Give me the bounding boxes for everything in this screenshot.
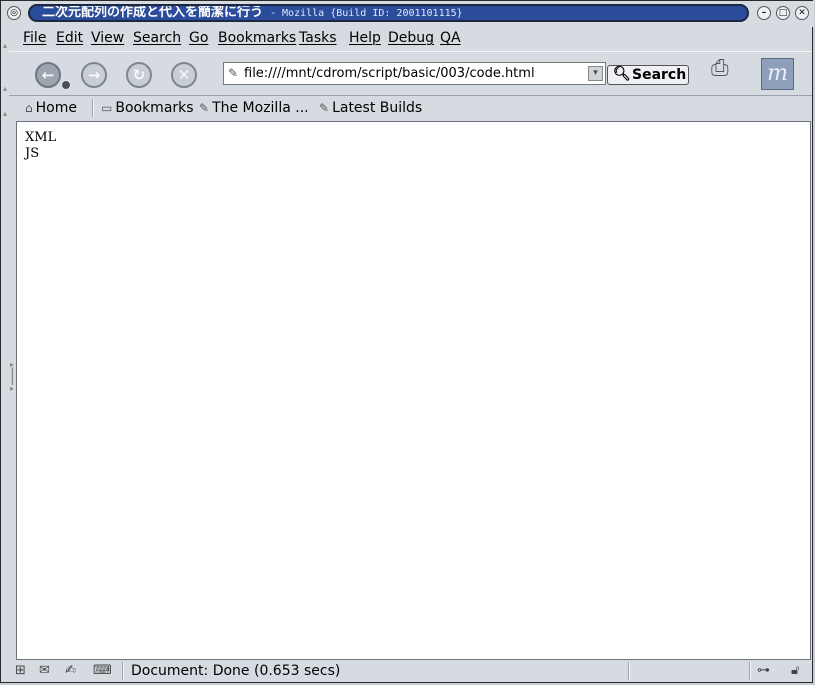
print-icon[interactable]: ⎙ [711,56,729,81]
online-status-icon[interactable]: ⊶ [757,663,770,678]
menu-bar: File Edit View Search Go Bookmarks Tasks… [9,27,812,51]
maximize-icon[interactable]: □ [776,6,790,20]
composer-icon[interactable]: ✍ [65,663,76,678]
personal-toolbar: ⌂ Home ▭ Bookmarks ✎ The Mozilla ... ✎ Lates… [9,96,812,121]
search-button-label: Search [632,67,687,83]
bookmark-the-mozilla[interactable]: ✎ The Mozilla ... [199,100,309,116]
bookmark-icon: ✎ [319,101,330,115]
folder-icon: ▭ [101,101,113,115]
window-title: 二次元配列の作成と代入を簡潔に行う [42,5,264,20]
search-button[interactable]: 🔍︎ Search [607,65,689,85]
sidebar-splitter[interactable]: ▸ ┃ ┃ ▸ [8,121,16,660]
window-subtitle: - Mozilla {Build ID: 2001101115} [270,8,463,19]
status-separator [749,662,751,680]
forward-arrow-icon[interactable]: → [81,62,107,88]
bookmark-latest-builds-label: Latest Builds [332,100,423,116]
navigation-toolbar: ← → ↻ ✕ ✎ file:////mnt/cdrom/script/basi… [9,51,812,96]
home-button[interactable]: ⌂ Home [25,100,77,116]
security-lock-icon[interactable]: 🔓︎ [791,663,799,678]
content-line-js: JS [25,146,40,161]
back-history-dropdown-icon[interactable] [61,80,71,90]
navigator-icon[interactable]: ⊞ [15,663,26,678]
url-text: file:////mnt/cdrom/script/basic/003/code… [244,66,535,81]
menu-edit[interactable]: Edit [56,30,83,46]
status-separator [122,662,124,680]
menubar-grip[interactable]: ▴ [1,27,9,51]
url-dropdown-icon[interactable]: ▾ [588,66,603,81]
address-book-icon[interactable]: ⌨ [93,663,112,678]
status-separator [628,662,630,680]
reload-icon[interactable]: ↻ [126,62,152,88]
menu-go[interactable]: Go [189,30,208,46]
menu-help[interactable]: Help [349,30,381,46]
mail-icon[interactable]: ✉ [39,663,50,678]
bookmark-latest-builds[interactable]: ✎ Latest Builds [319,100,422,116]
navbar-grip[interactable]: ▴ [1,51,9,96]
bookmark-the-mozilla-label: The Mozilla ... [212,100,309,116]
toolbar-separator [92,99,94,117]
page-proxy-icon[interactable]: ✎ [228,66,238,80]
browser-window: ◎ 二次元配列の作成と代入を簡潔に行う - Mozilla {Build ID:… [0,0,814,683]
stop-icon[interactable]: ✕ [171,62,197,88]
menu-search[interactable]: Search [133,30,181,46]
status-text: Document: Done (0.653 secs) [131,663,341,679]
bookmark-icon: ✎ [199,101,210,115]
menu-file[interactable]: File [23,30,46,46]
window-menu-icon[interactable]: ◎ [7,6,21,20]
status-bar: ⊞ ✉ ✍ ⌨ Document: Done (0.653 secs) ⊶ 🔓︎ [9,660,812,682]
title-bar: ◎ 二次元配列の作成と代入を簡潔に行う - Mozilla {Build ID:… [1,1,814,27]
home-label: Home [35,100,77,116]
menu-debug[interactable]: Debug [388,30,434,46]
bookmarks-button[interactable]: ▭ Bookmarks [101,100,194,116]
minimize-icon[interactable]: – [757,6,771,20]
home-icon: ⌂ [25,101,33,115]
url-input[interactable]: ✎ file:////mnt/cdrom/script/basic/003/co… [223,62,606,85]
close-window-icon[interactable]: ✕ [795,6,809,20]
menu-view[interactable]: View [91,30,124,46]
personalbar-grip[interactable]: ▴ [1,96,9,121]
search-icon: 🔍︎ [613,66,631,82]
menu-tasks[interactable]: Tasks [299,30,337,46]
bookmarks-label: Bookmarks [115,100,194,116]
menu-bookmarks[interactable]: Bookmarks [218,30,296,46]
menu-qa[interactable]: QA [440,30,461,46]
title-pill[interactable]: 二次元配列の作成と代入を簡潔に行う - Mozilla {Build ID: 2… [28,4,749,22]
content-line-xml: XML [25,130,57,145]
page-content: XML JS [16,121,811,660]
back-arrow-icon[interactable]: ← [35,62,61,88]
mozilla-throbber-icon[interactable]: m [761,58,794,90]
